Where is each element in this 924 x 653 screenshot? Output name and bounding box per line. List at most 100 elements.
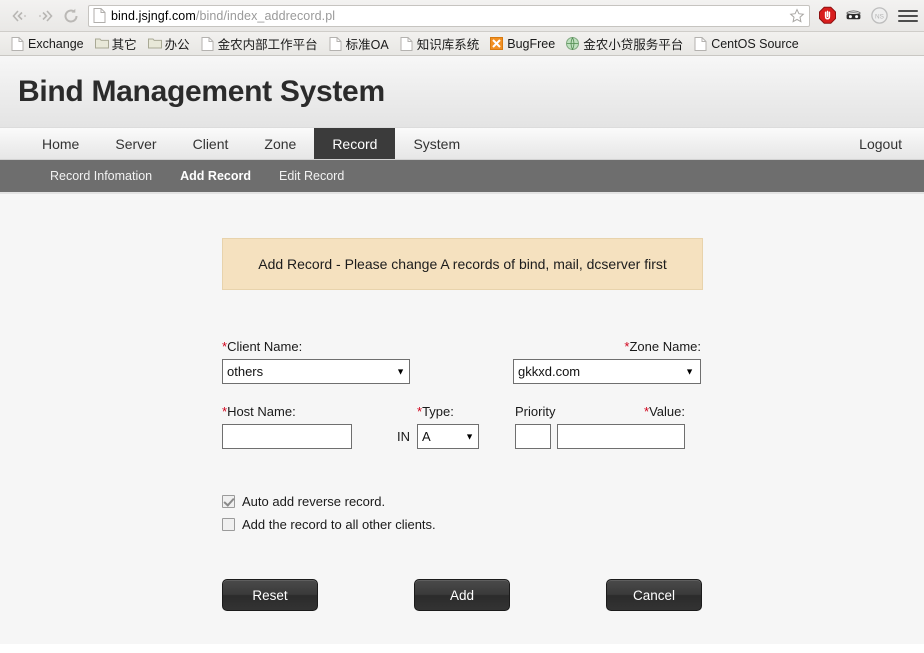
- value-label: *Value:: [557, 404, 685, 420]
- client-name-select-wrap: others ▼: [222, 359, 412, 384]
- page-title: Bind Management System: [18, 74, 385, 108]
- extension-icons: NS: [816, 6, 889, 25]
- value-label-text: Value:: [649, 404, 685, 419]
- type-field: *Type: A ▼: [417, 404, 481, 449]
- address-bar[interactable]: bind.jsjngf.com/bind/index_addrecord.pl: [88, 4, 810, 27]
- all-clients-checkbox[interactable]: [222, 518, 235, 531]
- zone-name-label-text: Zone Name:: [629, 339, 701, 354]
- host-name-label: *Host Name:: [222, 404, 352, 420]
- bookmark-label: Exchange: [28, 36, 84, 51]
- bookmark-label: 其它: [111, 38, 137, 52]
- zone-name-select[interactable]: gkkxd.com: [513, 359, 701, 384]
- subnav-item-record-information[interactable]: Record Infomation: [36, 169, 166, 183]
- value-input[interactable]: [557, 424, 685, 449]
- url-text: bind.jsjngf.com/bind/index_addrecord.pl: [111, 9, 335, 23]
- button-gap: [510, 579, 606, 611]
- all-clients-row[interactable]: Add the record to all other clients.: [222, 517, 702, 532]
- priority-input[interactable]: [515, 424, 551, 449]
- folder-icon: [147, 37, 162, 51]
- form-row-names: *Client Name: others ▼ *Zone Name: gkkxd…: [222, 339, 702, 384]
- nav-item-system[interactable]: System: [395, 128, 478, 159]
- main-content: Add Record - Please change A records of …: [0, 194, 924, 644]
- reset-button[interactable]: Reset: [222, 579, 318, 611]
- bookmark-label: 金农内部工作平台: [217, 38, 318, 52]
- bookmark-item[interactable]: Exchange: [6, 36, 89, 52]
- reload-icon[interactable]: [58, 4, 84, 28]
- zone-name-label: *Zone Name:: [513, 339, 701, 355]
- page-icon: [329, 36, 342, 51]
- bookmark-item[interactable]: 标准OA: [324, 33, 394, 54]
- host-name-field: *Host Name:: [222, 404, 352, 449]
- auto-reverse-checkbox[interactable]: [222, 495, 235, 508]
- browser-toolbar: bind.jsjngf.com/bind/index_addrecord.pl: [0, 0, 924, 32]
- auto-reverse-label: Auto add reverse record.: [242, 494, 386, 509]
- bookmark-label: 金农小贷服务平台: [583, 38, 684, 52]
- type-select[interactable]: A: [417, 424, 479, 449]
- host-name-input[interactable]: [222, 424, 352, 449]
- form-row-record: *Host Name: IN *Type: A ▼ Priority *Valu…: [222, 404, 702, 449]
- site-header: Bind Management System: [0, 56, 924, 127]
- bookmark-item[interactable]: BugFree: [485, 36, 560, 52]
- zone-name-field: *Zone Name: gkkxd.com ▼: [513, 339, 701, 384]
- back-icon[interactable]: [6, 4, 32, 28]
- subnav-item-edit-record[interactable]: Edit Record: [265, 169, 358, 183]
- page-icon: [400, 36, 413, 51]
- zone-name-select-wrap: gkkxd.com ▼: [513, 359, 701, 384]
- cancel-button[interactable]: Cancel: [606, 579, 702, 611]
- bookmark-item[interactable]: 金农小贷服务平台: [561, 33, 688, 54]
- type-label-text: Type:: [422, 404, 454, 419]
- bookmark-label: 知识库系统: [416, 38, 480, 52]
- folder-icon: [94, 37, 109, 51]
- value-field: *Value:: [557, 404, 685, 449]
- bookmark-item[interactable]: 办公: [143, 33, 195, 54]
- host-name-label-text: Host Name:: [227, 404, 296, 419]
- page-icon: [694, 36, 707, 51]
- form-options: Auto add reverse record. Add the record …: [222, 494, 702, 532]
- client-name-field: *Client Name: others ▼: [222, 339, 412, 384]
- bookmark-item[interactable]: 知识库系统: [395, 33, 485, 54]
- bookmark-star-icon[interactable]: [789, 7, 805, 24]
- bugfree-icon: [490, 36, 504, 51]
- nav-item-client[interactable]: Client: [175, 128, 247, 159]
- page-content: Bind Management System Home Server Clien…: [0, 56, 924, 653]
- bookmark-label: BugFree: [507, 36, 556, 51]
- bookmark-item[interactable]: 其它: [90, 33, 142, 54]
- button-gap: [318, 579, 414, 611]
- bookmark-label: CentOS Source: [711, 36, 799, 51]
- svg-text:NS: NS: [875, 13, 884, 20]
- forward-icon[interactable]: [32, 4, 58, 28]
- nav-item-home[interactable]: Home: [24, 128, 97, 159]
- client-name-label-text: Client Name:: [227, 339, 303, 354]
- page-icon: [201, 36, 214, 51]
- nav-item-zone[interactable]: Zone: [246, 128, 314, 159]
- url-domain: bind.jsjngf.com: [111, 8, 196, 23]
- adblock-icon[interactable]: [818, 6, 837, 25]
- alert-banner: Add Record - Please change A records of …: [222, 238, 703, 290]
- browser-menu-icon[interactable]: [898, 6, 918, 26]
- client-name-label: *Client Name:: [222, 339, 412, 355]
- priority-label: Priority: [515, 404, 556, 419]
- client-name-select[interactable]: others: [222, 359, 410, 384]
- page-document-icon: [93, 8, 106, 23]
- logout-button[interactable]: Logout: [841, 128, 924, 159]
- priority-field: Priority: [515, 404, 556, 449]
- noscript-icon[interactable]: NS: [870, 6, 889, 25]
- sub-navigation: Record Infomation Add Record Edit Record: [0, 160, 924, 194]
- nav-item-server[interactable]: Server: [97, 128, 174, 159]
- add-record-form: Add Record - Please change A records of …: [222, 238, 703, 611]
- bookmark-item[interactable]: CentOS Source: [689, 36, 804, 52]
- subnav-item-add-record[interactable]: Add Record: [166, 169, 265, 183]
- add-button[interactable]: Add: [414, 579, 510, 611]
- bookmark-item[interactable]: 金农内部工作平台: [196, 33, 323, 54]
- type-label: *Type:: [417, 404, 481, 420]
- privacy-mask-icon[interactable]: [844, 6, 863, 25]
- nav-item-record[interactable]: Record: [314, 128, 396, 159]
- form-actions: Reset Add Cancel: [222, 579, 702, 611]
- auto-reverse-row[interactable]: Auto add reverse record.: [222, 494, 702, 509]
- main-navigation: Home Server Client Zone Record System Lo…: [0, 127, 924, 160]
- bookmark-label: 办公: [164, 38, 190, 52]
- bookmark-label: 标准OA: [345, 38, 389, 52]
- all-clients-label: Add the record to all other clients.: [242, 517, 436, 532]
- in-class-label: IN: [397, 429, 410, 444]
